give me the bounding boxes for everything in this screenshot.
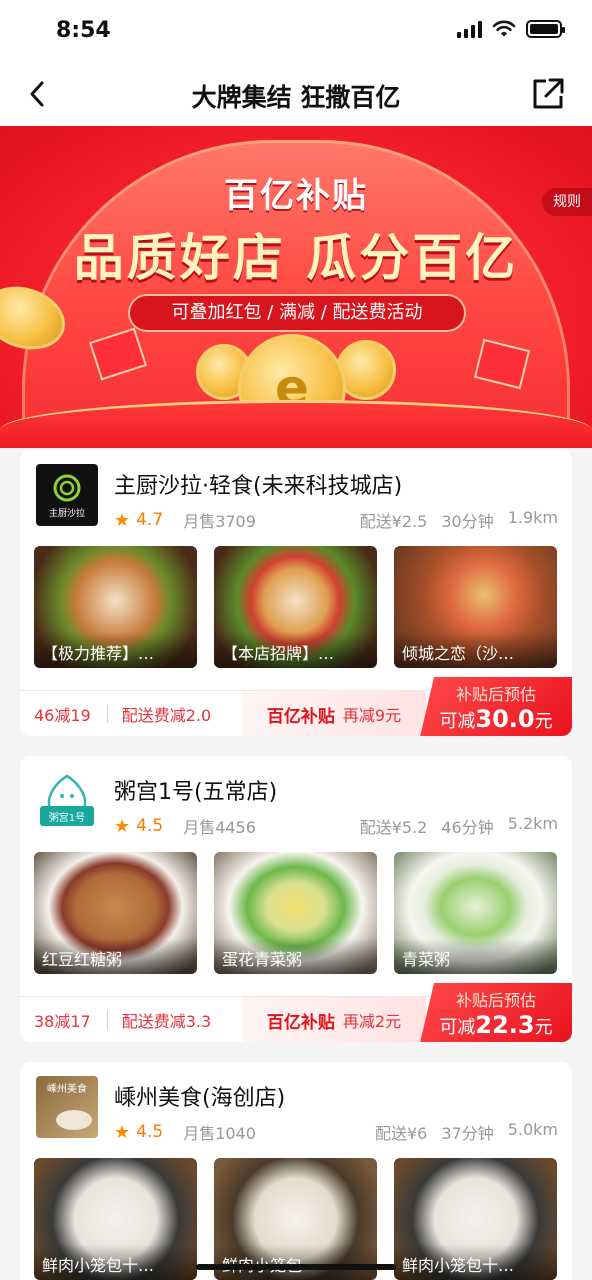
store-meta: ★ 4.7 月售3709 配送¥2.5 30分钟 1.9km xyxy=(114,508,558,532)
subsidy-brand: 百亿补贴 xyxy=(266,1012,335,1033)
monthly-sales: 月售4456 xyxy=(183,818,256,837)
promo-bar: 38减17 配送费减3.3 百亿补贴 再减2元 补贴后预估 可减22.3元 xyxy=(20,983,572,1042)
cellular-signal-icon xyxy=(457,20,482,38)
home-indicator xyxy=(196,1264,396,1270)
svg-text:粥宫1号: 粥宫1号 xyxy=(49,811,85,824)
monthly-sales: 月售1040 xyxy=(183,1124,256,1143)
snail-logo-icon: 主厨沙拉 xyxy=(49,474,85,519)
page-title: 大牌集结 狂撒百亿 xyxy=(191,83,401,112)
store-meta: ★ 4.5 月售4456 配送¥5.2 46分钟 5.2km xyxy=(114,814,558,838)
status-time: 8:54 xyxy=(56,18,111,43)
svg-text:主厨沙拉: 主厨沙拉 xyxy=(49,507,85,519)
star-icon: ★ xyxy=(114,815,131,837)
delivery-discount-tag: 配送费减3.3 xyxy=(121,1011,212,1031)
rice-ball-logo-icon: 粥宫1号 xyxy=(40,774,94,826)
dish-name: 红豆红糖粥 xyxy=(34,938,197,974)
dish-name: 蛋花青菜粥 xyxy=(214,938,377,974)
delivery-time: 37分钟 xyxy=(441,1124,494,1143)
delivery-fee: 配送¥2.5 xyxy=(359,512,428,531)
dish-list: 红豆红糖粥 蛋花青菜粥 青菜粥 xyxy=(34,852,557,974)
monthly-sales: 月售3709 xyxy=(183,512,256,531)
banner-subtitle: 百亿补贴 xyxy=(224,176,368,216)
rules-button[interactable]: 规则 xyxy=(542,188,592,216)
status-icons xyxy=(457,20,565,38)
cta-amount: 可减30.0元 xyxy=(439,705,553,733)
store-meta: ★ 4.5 月售1040 配送¥6 37分钟 5.0km xyxy=(114,1120,558,1144)
store-rating: 4.5 xyxy=(136,1122,164,1142)
store-card[interactable]: 嵊州美食 嵊州美食(海创店) ★ 4.5 月售1040 配送¥6 37分钟 5.… xyxy=(20,1062,572,1280)
distance: 1.9km xyxy=(507,508,558,527)
store-rating: 4.7 xyxy=(136,510,164,530)
dish-name: 鲜肉小笼包 xyxy=(214,1244,377,1280)
status-bar: 8:54 xyxy=(0,0,592,62)
delivery-fee: 配送¥5.2 xyxy=(359,818,428,837)
dish-list: 鲜肉小笼包十… 鲜肉小笼包 鲜肉小笼包十… xyxy=(34,1158,557,1280)
dish-item[interactable]: 蛋花青菜粥 xyxy=(214,852,377,974)
dish-item[interactable]: 鲜肉小笼包十… xyxy=(394,1158,557,1280)
banner-pill: 可叠加红包 / 满减 / 配送费活动 xyxy=(128,294,466,332)
dish-item[interactable]: 红豆红糖粥 xyxy=(34,852,197,974)
dish-item[interactable]: 【本店招牌】… xyxy=(214,546,377,668)
cta-caption: 补贴后预估 xyxy=(455,991,536,1010)
store-card[interactable]: 主厨沙拉 主厨沙拉·轻食(未来科技城店) ★ 4.7 月售3709 配送¥2.5… xyxy=(20,450,572,736)
wifi-icon xyxy=(492,20,516,37)
svg-text:嵊州美食: 嵊州美食 xyxy=(47,1082,87,1095)
promo-bar: 46减19 配送费减2.0 百亿补贴 再减9元 补贴后预估 可减30.0元 xyxy=(20,677,572,736)
dish-name: 青菜粥 xyxy=(394,938,557,974)
dish-name: 【极力推荐】… xyxy=(34,632,197,668)
store-name[interactable]: 嵊州美食(海创店) xyxy=(114,1080,285,1112)
cta-amount: 可减22.3元 xyxy=(439,1011,553,1039)
banner-headline: 品质好店 瓜分百亿 xyxy=(73,229,519,287)
store-name[interactable]: 主厨沙拉·轻食(未来科技城店) xyxy=(114,468,402,500)
dish-item[interactable]: 青菜粥 xyxy=(394,852,557,974)
dish-name: 鲜肉小笼包十… xyxy=(34,1244,197,1280)
discount-tag: 46减19 xyxy=(34,705,91,725)
distance: 5.0km xyxy=(507,1120,558,1139)
subsidy-strip: 百亿补贴 再减2元 xyxy=(242,997,426,1042)
delivery-time: 30分钟 xyxy=(441,512,494,531)
dish-item[interactable]: 鲜肉小笼包 xyxy=(214,1158,377,1280)
dish-item[interactable]: 【极力推荐】… xyxy=(34,546,197,668)
distance: 5.2km xyxy=(507,814,558,833)
dish-list: 【极力推荐】… 【本店招牌】… 倾城之恋（沙… xyxy=(34,546,557,668)
store-card[interactable]: 粥宫1号 粥宫1号(五常店) ★ 4.5 月售4456 配送¥5.2 46分钟 … xyxy=(20,756,572,1042)
estimated-saving-button[interactable]: 补贴后预估 可减30.0元 xyxy=(420,677,572,736)
store-name[interactable]: 粥宫1号(五常店) xyxy=(114,774,277,806)
subsidy-brand: 百亿补贴 xyxy=(266,706,335,727)
dish-name: 【本店招牌】… xyxy=(214,632,377,668)
dish-name: 倾城之恋（沙… xyxy=(394,632,557,668)
cta-caption: 补贴后预估 xyxy=(455,685,536,704)
dish-item[interactable]: 鲜肉小笼包十… xyxy=(34,1158,197,1280)
battery-icon xyxy=(526,20,565,38)
shop-logo-icon: 嵊州美食 xyxy=(47,1082,92,1130)
delivery-time: 46分钟 xyxy=(441,818,494,837)
store-logo: 嵊州美食 xyxy=(36,1076,98,1138)
dish-item[interactable]: 倾城之恋（沙… xyxy=(394,546,557,668)
dish-name: 鲜肉小笼包十… xyxy=(394,1244,557,1280)
delivery-discount-tag: 配送费减2.0 xyxy=(121,705,212,725)
store-logo: 粥宫1号 xyxy=(36,770,98,832)
extra-discount: 再减2元 xyxy=(342,1012,402,1031)
discount-tag: 38减17 xyxy=(34,1011,91,1031)
star-icon: ★ xyxy=(114,1121,131,1143)
subsidy-strip: 百亿补贴 再减9元 xyxy=(242,691,426,736)
delivery-fee: 配送¥6 xyxy=(374,1124,428,1143)
share-icon xyxy=(533,78,564,109)
estimated-saving-button[interactable]: 补贴后预估 可减22.3元 xyxy=(420,983,572,1042)
star-icon: ★ xyxy=(114,509,131,531)
share-button[interactable] xyxy=(530,76,566,112)
store-logo: 主厨沙拉 xyxy=(36,464,98,526)
extra-discount: 再减9元 xyxy=(342,706,402,725)
store-rating: 4.5 xyxy=(136,816,164,836)
promo-banner[interactable]: e 百亿补贴 品质好店 瓜分百亿 可叠加红包 / 满减 / 配送费活动 规则 xyxy=(0,126,592,448)
nav-bar: 大牌集结 狂撒百亿 xyxy=(0,62,592,126)
